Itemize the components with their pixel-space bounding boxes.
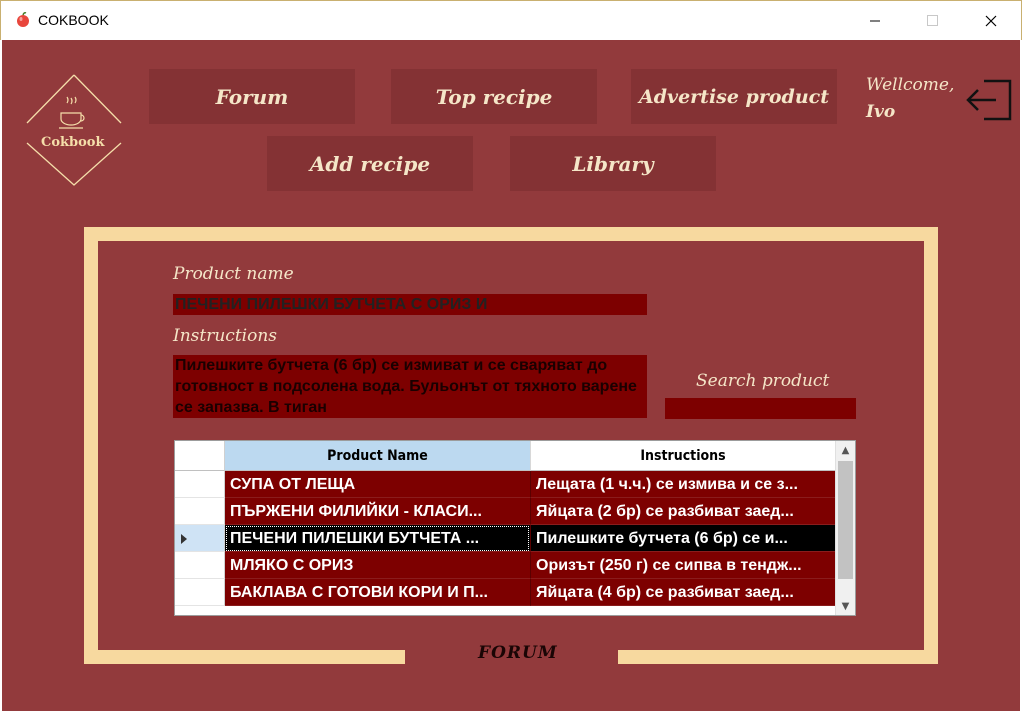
minimize-button[interactable] — [852, 1, 898, 41]
maximize-icon — [927, 15, 938, 26]
frame-bottom-right — [618, 650, 938, 664]
product-name-field[interactable] — [173, 294, 647, 315]
vertical-scrollbar[interactable]: ▲ ▼ — [835, 441, 855, 615]
instructions-field[interactable]: Пилешките бутчета (6 бр) се измиват и се… — [173, 355, 647, 418]
cell-product-name[interactable]: БАКЛАВА С ГОТОВИ КОРИ И П... — [225, 579, 530, 606]
row-header[interactable] — [175, 579, 225, 606]
grid-corner — [175, 441, 225, 471]
coffee-cup-icon — [59, 96, 85, 129]
table-row[interactable]: МЛЯКО С ОРИЗ Оризът (250 г) се сипва в т… — [175, 552, 835, 579]
search-input[interactable] — [665, 398, 856, 419]
apple-icon — [17, 12, 29, 27]
forum-button[interactable]: Forum — [149, 69, 355, 124]
logo — [26, 74, 122, 186]
cell-instructions[interactable]: Пилешките бутчета (6 бр) се и... — [530, 525, 835, 552]
search-product-label: Search product — [696, 371, 830, 391]
frame-left — [84, 227, 98, 664]
row-header[interactable] — [175, 525, 225, 552]
row-header[interactable] — [175, 552, 225, 579]
recipe-grid[interactable]: Product Name Instructions СУПА ОТ ЛЕЩА Л… — [174, 440, 856, 616]
top-recipe-button[interactable]: Top recipe — [391, 69, 597, 124]
forum-section-label: FORUM — [478, 643, 558, 663]
main-area: Cokbook Forum Top recipe Advertise produ… — [2, 40, 1020, 711]
add-recipe-button[interactable]: Add recipe — [267, 136, 473, 191]
frame-right — [924, 227, 938, 664]
table-row-selected[interactable]: ПЕЧЕНИ ПИЛЕШКИ БУТЧЕТА ... Пилешките бут… — [175, 525, 835, 552]
close-icon — [985, 15, 997, 27]
cell-product-name[interactable]: СУПА ОТ ЛЕЩА — [225, 471, 530, 498]
table-row[interactable]: ПЪРЖЕНИ ФИЛИЙКИ - КЛАСИ... Яйцата (2 бр)… — [175, 498, 835, 525]
instructions-label: Instructions — [173, 326, 277, 346]
column-header-product-name[interactable]: Product Name — [225, 441, 530, 471]
cell-instructions[interactable]: Яйцата (2 бр) се разбиват заед... — [530, 498, 835, 525]
frame-top — [84, 227, 938, 241]
product-name-label: Product name — [173, 264, 294, 284]
cell-instructions[interactable]: Оризът (250 г) се сипва в тендж... — [530, 552, 835, 579]
scroll-down-icon[interactable]: ▼ — [836, 597, 855, 615]
cell-product-name[interactable]: ПЕЧЕНИ ПИЛЕШКИ БУТЧЕТА ... — [225, 525, 530, 552]
maximize-button[interactable] — [910, 1, 956, 41]
column-header-instructions[interactable]: Instructions — [530, 441, 835, 471]
close-button[interactable] — [968, 1, 1014, 41]
row-header[interactable] — [175, 471, 225, 498]
scroll-thumb[interactable] — [838, 461, 853, 579]
title-bar: COKBOOK — [0, 0, 1022, 40]
cell-product-name[interactable]: ПЪРЖЕНИ ФИЛИЙКИ - КЛАСИ... — [225, 498, 530, 525]
welcome-text: Wellcome, — [866, 75, 955, 95]
row-header[interactable] — [175, 498, 225, 525]
library-button[interactable]: Library — [510, 136, 716, 191]
table-row[interactable]: БАКЛАВА С ГОТОВИ КОРИ И П... Яйцата (4 б… — [175, 579, 835, 606]
advertise-product-button[interactable]: Advertise product — [631, 69, 837, 124]
cell-product-name[interactable]: МЛЯКО С ОРИЗ — [225, 552, 530, 579]
scroll-up-icon[interactable]: ▲ — [836, 441, 855, 459]
minimize-icon — [870, 20, 880, 22]
welcome-message: Wellcome, Ivo — [866, 72, 954, 126]
logo-text: Cokbook — [41, 135, 105, 150]
current-row-arrow-icon — [181, 534, 187, 544]
grid-header: Product Name Instructions — [175, 441, 835, 471]
logout-icon[interactable] — [964, 75, 1014, 125]
cell-instructions[interactable]: Яйцата (4 бр) се разбиват заед... — [530, 579, 835, 606]
cell-instructions[interactable]: Лещата (1 ч.ч.) се измива и се з... — [530, 471, 835, 498]
frame-bottom-left — [84, 650, 405, 664]
user-name: Ivo — [866, 102, 896, 122]
window-title: COKBOOK — [38, 12, 109, 28]
table-row[interactable]: СУПА ОТ ЛЕЩА Лещата (1 ч.ч.) се измива и… — [175, 471, 835, 498]
